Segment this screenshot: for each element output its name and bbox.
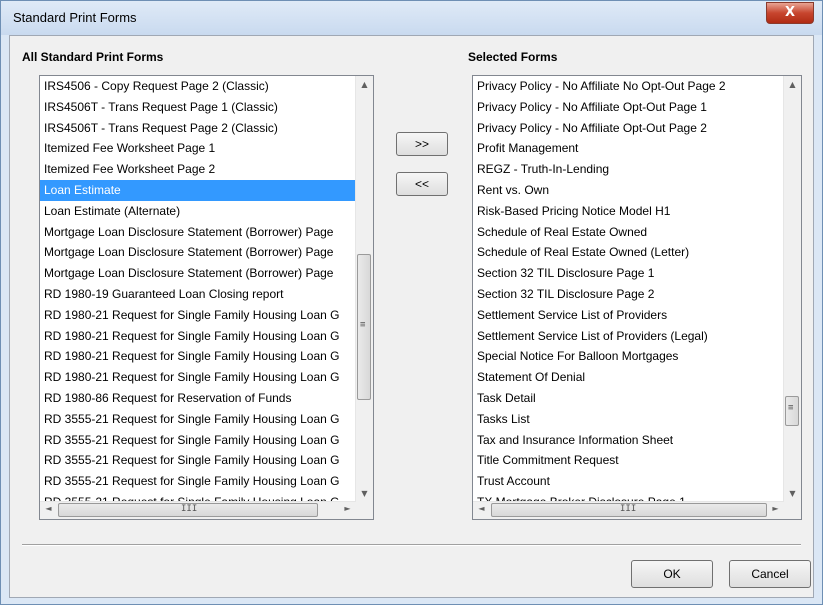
list-item[interactable]: Special Notice For Balloon Mortgages — [473, 346, 784, 367]
list-item[interactable]: RD 1980-21 Request for Single Family Hou… — [40, 305, 356, 326]
close-button[interactable]: X — [766, 2, 814, 24]
list-item[interactable]: Mortgage Loan Disclosure Statement (Borr… — [40, 263, 356, 284]
grip-icon: ≡ — [788, 403, 794, 413]
grip-icon: III — [620, 504, 637, 514]
list-item[interactable]: IRS4506T - Trans Request Page 1 (Classic… — [40, 97, 356, 118]
cancel-button[interactable]: Cancel — [729, 560, 811, 588]
all-forms-horizontal-scrollbar[interactable]: ◄ III ► — [40, 501, 356, 519]
list-item[interactable]: Privacy Policy - No Affiliate Opt-Out Pa… — [473, 118, 784, 139]
selected-forms-vertical-scrollbar[interactable]: ▲ ≡ ▼ — [783, 76, 801, 502]
list-item[interactable]: Tasks List — [473, 409, 784, 430]
list-item[interactable]: Risk-Based Pricing Notice Model H1 — [473, 201, 784, 222]
list-item[interactable]: RD 1980-86 Request for Reservation of Fu… — [40, 388, 356, 409]
grip-icon: III — [181, 504, 198, 514]
list-item[interactable]: Loan Estimate — [40, 179, 356, 201]
scroll-left-icon[interactable]: ◄ — [40, 504, 57, 513]
list-item[interactable]: Rent vs. Own — [473, 180, 784, 201]
list-item[interactable]: Mortgage Loan Disclosure Statement (Borr… — [40, 242, 356, 263]
scroll-corner — [784, 502, 801, 519]
list-item[interactable]: RD 1980-21 Request for Single Family Hou… — [40, 367, 356, 388]
footer-separator — [22, 544, 801, 546]
list-item[interactable]: RD 1980-19 Guaranteed Loan Closing repor… — [40, 284, 356, 305]
remove-form-button[interactable]: << — [396, 172, 448, 196]
selected-forms-horizontal-scrollbar[interactable]: ◄ III ► — [473, 501, 784, 519]
add-form-button[interactable]: >> — [396, 132, 448, 156]
list-item[interactable]: Privacy Policy - No Affiliate Opt-Out Pa… — [473, 97, 784, 118]
list-item[interactable]: Section 32 TIL Disclosure Page 1 — [473, 263, 784, 284]
list-item[interactable]: Title Commitment Request — [473, 450, 784, 471]
list-item[interactable]: Settlement Service List of Providers — [473, 305, 784, 326]
list-item[interactable]: RD 1980-21 Request for Single Family Hou… — [40, 346, 356, 367]
list-item[interactable]: IRS4506T - Trans Request Page 2 (Classic… — [40, 118, 356, 139]
list-item[interactable]: Mortgage Loan Disclosure Statement (Borr… — [40, 222, 356, 243]
list-item[interactable]: Schedule of Real Estate Owned (Letter) — [473, 242, 784, 263]
list-item[interactable]: Itemized Fee Worksheet Page 2 — [40, 159, 356, 180]
dialog-window: Standard Print Forms X All Standard Prin… — [0, 0, 823, 605]
list-item[interactable]: Trust Account — [473, 471, 784, 492]
list-item[interactable]: RD 3555-21 Request for Single Family Hou… — [40, 471, 356, 492]
scroll-down-icon[interactable]: ▼ — [356, 489, 373, 498]
scroll-left-icon[interactable]: ◄ — [473, 504, 490, 513]
selected-forms-items: Privacy Policy - No Affiliate No Opt-Out… — [473, 76, 784, 502]
scroll-right-icon[interactable]: ► — [767, 504, 784, 513]
selected-forms-label: Selected Forms — [468, 50, 558, 64]
all-forms-items: IRS4506 - Copy Request Page 2 (Classic) I… — [40, 76, 356, 502]
all-forms-listbox[interactable]: IRS4506 - Copy Request Page 2 (Classic) I… — [39, 75, 374, 520]
selected-forms-listbox[interactable]: Privacy Policy - No Affiliate No Opt-Out… — [472, 75, 802, 520]
list-item[interactable]: Section 32 TIL Disclosure Page 2 — [473, 284, 784, 305]
grip-icon: ≡ — [360, 320, 366, 330]
list-item[interactable]: Loan Estimate (Alternate) — [40, 201, 356, 222]
all-forms-label: All Standard Print Forms — [22, 50, 164, 64]
list-item[interactable]: Settlement Service List of Providers (Le… — [473, 326, 784, 347]
list-item[interactable]: Statement Of Denial — [473, 367, 784, 388]
list-item[interactable]: REGZ - Truth-In-Lending — [473, 159, 784, 180]
list-item[interactable]: IRS4506 - Copy Request Page 2 (Classic) — [40, 76, 356, 97]
scroll-up-icon[interactable]: ▲ — [784, 80, 801, 89]
scroll-right-icon[interactable]: ► — [339, 504, 356, 513]
list-item[interactable]: RD 1980-21 Request for Single Family Hou… — [40, 326, 356, 347]
dialog-body: All Standard Print Forms IRS4506 - Copy … — [9, 35, 814, 598]
list-item[interactable]: RD 3555-21 Request for Single Family Hou… — [40, 430, 356, 451]
ok-button[interactable]: OK — [631, 560, 713, 588]
all-forms-vertical-scrollbar[interactable]: ▲ ≡ ▼ — [355, 76, 373, 502]
window-title: Standard Print Forms — [13, 10, 137, 25]
list-item[interactable]: Profit Management — [473, 138, 784, 159]
list-item[interactable]: Schedule of Real Estate Owned — [473, 222, 784, 243]
scroll-down-icon[interactable]: ▼ — [784, 489, 801, 498]
list-item[interactable]: Privacy Policy - No Affiliate No Opt-Out… — [473, 76, 784, 97]
list-item[interactable]: Itemized Fee Worksheet Page 1 — [40, 138, 356, 159]
list-item[interactable]: RD 3555-21 Request for Single Family Hou… — [40, 409, 356, 430]
title-bar[interactable]: Standard Print Forms X — [1, 1, 822, 35]
list-item[interactable]: Tax and Insurance Information Sheet — [473, 430, 784, 451]
scroll-corner — [356, 502, 373, 519]
list-item[interactable]: RD 3555-21 Request for Single Family Hou… — [40, 450, 356, 471]
scroll-up-icon[interactable]: ▲ — [356, 80, 373, 89]
list-item[interactable]: Task Detail — [473, 388, 784, 409]
